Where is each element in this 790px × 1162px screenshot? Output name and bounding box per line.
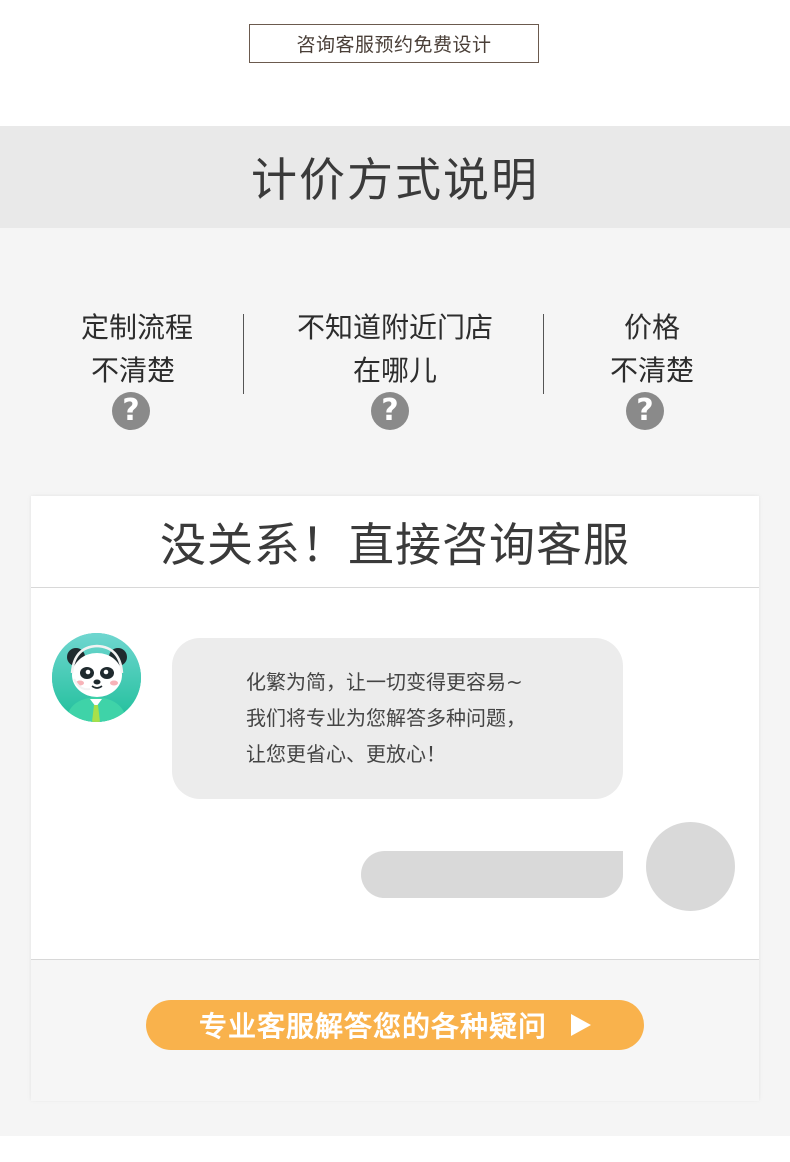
section-title: 计价方式说明: [251, 153, 539, 207]
question-process-line1: 定制流程: [80, 311, 193, 344]
question-price-line2: 不清楚: [609, 354, 694, 387]
agent-message-line: 化繁为简，让一切变得更容易~: [246, 670, 523, 694]
panda-agent-avatar: [52, 633, 141, 722]
card-footer: 专业客服解答您的各种疑问: [31, 959, 759, 1101]
consult-card: 没关系！直接咨询客服 化繁为简，让一切变得更容易~ 我们将专业为您解答多种问题，…: [31, 496, 759, 1101]
column-divider: [243, 314, 244, 394]
question-mark-icon: ?: [626, 392, 664, 430]
question-store-line2: 在哪儿: [352, 354, 437, 387]
cta-label: 专业客服解答您的各种疑问: [198, 1010, 547, 1043]
question-mark-icon: ?: [371, 392, 409, 430]
consult-cta-button[interactable]: 专业客服解答您的各种疑问: [146, 1000, 644, 1050]
user-message-placeholder: [361, 851, 623, 898]
consult-booking-button[interactable]: 咨询客服预约免费设计: [249, 24, 539, 63]
agent-message-bubble: 化繁为简，让一切变得更容易~ 我们将专业为您解答多种问题， 让您更省心、更放心！: [172, 638, 623, 799]
question-store-line1: 不知道附近门店: [296, 311, 493, 344]
question-process-line2: 不清楚: [90, 354, 175, 387]
question-mark-icon: ?: [112, 392, 150, 430]
question-process: 定制流程 不清楚: [62, 306, 212, 392]
question-price: 价格 不清楚: [577, 306, 727, 392]
bottom-strip: [0, 1136, 790, 1162]
user-avatar-placeholder: [646, 822, 735, 911]
play-arrow-icon: [571, 1014, 591, 1036]
card-title: 没关系！直接咨询客服: [31, 496, 759, 588]
pricing-heading-band: 计价方式说明: [0, 126, 790, 228]
question-price-line1: 价格: [623, 311, 680, 344]
question-store: 不知道附近门店 在哪儿: [280, 306, 510, 392]
column-divider: [543, 314, 544, 394]
agent-message-line: 让您更省心、更放心！: [246, 742, 446, 766]
agent-message-line: 我们将专业为您解答多种问题，: [246, 706, 526, 730]
